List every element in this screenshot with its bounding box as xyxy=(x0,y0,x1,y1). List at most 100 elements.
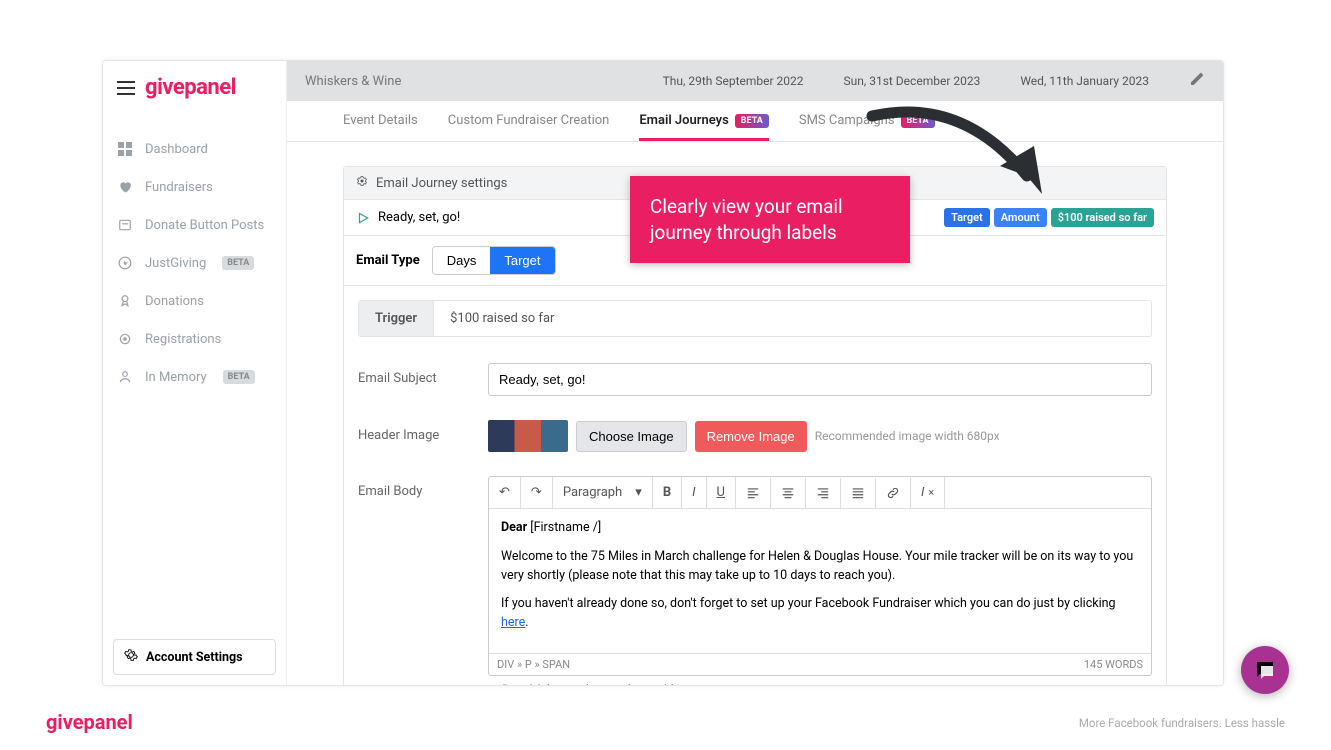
tutorial-callout: Clearly view your email journey through … xyxy=(630,176,910,263)
editor-body[interactable]: Dear [Firstname /] Welcome to the 75 Mil… xyxy=(489,509,1151,653)
nav: Dashboard Fundraisers Donate Button Post… xyxy=(103,110,286,396)
date-start: Thu, 29th September 2022 xyxy=(663,73,804,89)
main: Whiskers & Wine Thu, 29th September 2022… xyxy=(287,61,1223,685)
italic-button[interactable]: I xyxy=(682,477,706,508)
account-settings-button[interactable]: Account Settings xyxy=(113,639,276,675)
topbar: Whiskers & Wine Thu, 29th September 2022… xyxy=(287,61,1223,101)
footer-tagline: More Facebook fundraisers. Less hassle xyxy=(1079,716,1285,730)
tab-email-journeys[interactable]: Email Journeys BETA xyxy=(639,113,769,141)
sidebar-item-label: JustGiving xyxy=(145,256,206,271)
sidebar-item-donate-posts[interactable]: Donate Button Posts xyxy=(103,206,286,244)
tabs: Event Details Custom Fundraiser Creation… xyxy=(287,101,1223,142)
edit-icon[interactable] xyxy=(1189,71,1205,91)
sidebar-item-inmemory[interactable]: In Memory BETA xyxy=(103,358,286,396)
paragraph-label: Paragraph xyxy=(563,485,622,500)
undo-button[interactable]: ↶ xyxy=(489,477,521,508)
sidebar-item-label: Fundraisers xyxy=(145,180,213,195)
badge-icon xyxy=(117,293,133,309)
brand-header: givepanel xyxy=(103,61,286,110)
tab-custom-fundraiser[interactable]: Custom Fundraiser Creation xyxy=(448,113,610,141)
paragraph-2-prefix: If you haven't already done so, don't fo… xyxy=(501,596,1116,611)
tab-label: Email Journeys xyxy=(639,113,728,128)
crumb-path: DIV » P » SPAN xyxy=(497,658,570,671)
heart-icon xyxy=(117,179,133,195)
label-raised: $100 raised so far xyxy=(1051,208,1154,227)
event-name: Whiskers & Wine xyxy=(305,74,401,89)
sidebar-item-label: In Memory xyxy=(145,370,207,385)
gear-icon xyxy=(124,648,138,666)
subject-input[interactable] xyxy=(488,363,1152,396)
post-icon xyxy=(117,217,133,233)
remove-image-button[interactable]: Remove Image xyxy=(695,421,807,452)
sidebar-item-label: Registrations xyxy=(145,332,221,347)
footer-brand: givepanel xyxy=(46,710,133,734)
email-type-label: Email Type xyxy=(356,253,420,268)
rich-text-editor: ↶ ↷ Paragraph ▾ B I U xyxy=(488,476,1152,676)
choose-image-button[interactable]: Choose Image xyxy=(576,421,687,452)
chat-button[interactable] xyxy=(1241,646,1289,694)
align-left-button[interactable] xyxy=(736,478,771,508)
sidebar-item-label: Dashboard xyxy=(145,142,208,157)
play-icon xyxy=(356,211,370,225)
paragraph-2-suffix: . xyxy=(525,615,528,630)
trigger-value: $100 raised so far xyxy=(434,301,570,336)
tab-label: Event Details xyxy=(343,113,418,128)
email-type-toggle: Days Target xyxy=(432,246,556,275)
header-image-thumbnail xyxy=(488,420,568,452)
date-end: Sun, 31st December 2023 xyxy=(844,73,981,89)
target-icon xyxy=(117,331,133,347)
link-button[interactable] xyxy=(876,478,911,508)
subject-label: Email Subject xyxy=(358,363,468,386)
image-width-hint: Recommended image width 680px xyxy=(815,429,1000,443)
header-image-label: Header Image xyxy=(358,420,468,443)
subject-row: Email Subject xyxy=(344,351,1166,408)
header-image-row: Header Image Choose Image Remove Image R… xyxy=(344,408,1166,464)
body-label: Email Body xyxy=(358,476,468,499)
tab-label: Custom Fundraiser Creation xyxy=(448,113,610,128)
beta-badge: BETA xyxy=(735,114,769,128)
trigger-box: Trigger $100 raised so far xyxy=(358,300,1152,337)
align-justify-button[interactable] xyxy=(841,478,876,508)
sidebar-item-donations[interactable]: Donations xyxy=(103,282,286,320)
body-row: Email Body ↶ ↷ Paragraph ▾ B I U xyxy=(344,464,1166,685)
grid-icon xyxy=(117,141,133,157)
brand-name: givepanel xyxy=(145,75,236,100)
clear-format-button[interactable]: I× xyxy=(911,477,945,508)
sidebar-item-dashboard[interactable]: Dashboard xyxy=(103,130,286,168)
account-settings-label: Account Settings xyxy=(146,650,243,665)
sidebar: givepanel Dashboard Fundraisers Donate B… xyxy=(103,61,287,685)
g-icon xyxy=(117,255,133,271)
date-extra: Wed, 11th January 2023 xyxy=(1020,73,1149,89)
here-link[interactable]: here xyxy=(501,615,525,630)
memory-icon xyxy=(117,369,133,385)
ready-title: Ready, set, go! xyxy=(378,210,460,225)
chevron-down-icon: ▾ xyxy=(635,485,642,500)
greeting-prefix: Dear xyxy=(501,520,527,535)
editor-status: DIV » P » SPAN 145 WORDS xyxy=(489,653,1151,675)
bold-button[interactable]: B xyxy=(653,477,682,508)
underline-button[interactable]: U xyxy=(707,477,736,508)
beta-badge: BETA xyxy=(222,256,254,270)
sidebar-item-fundraisers[interactable]: Fundraisers xyxy=(103,168,286,206)
align-center-button[interactable] xyxy=(771,478,806,508)
sidebar-item-justgiving[interactable]: JustGiving BETA xyxy=(103,244,286,282)
shortcode-hint: Drag 'n' drop a short code to add it to … xyxy=(488,676,1152,685)
sidebar-item-label: Donations xyxy=(145,294,204,309)
journey-settings-title: Email Journey settings xyxy=(376,176,507,191)
sidebar-item-label: Donate Button Posts xyxy=(145,218,264,233)
gear-icon xyxy=(356,175,368,191)
menu-icon[interactable] xyxy=(117,81,135,95)
align-right-button[interactable] xyxy=(806,478,841,508)
sidebar-item-registrations[interactable]: Registrations xyxy=(103,320,286,358)
beta-badge: BETA xyxy=(223,370,255,384)
email-type-target[interactable]: Target xyxy=(490,247,554,274)
word-count: 145 WORDS xyxy=(1084,658,1143,671)
email-type-days[interactable]: Days xyxy=(433,247,491,274)
redo-button[interactable]: ↷ xyxy=(521,477,553,508)
tab-event-details[interactable]: Event Details xyxy=(343,113,418,141)
greeting-token: [Firstname /] xyxy=(530,520,601,535)
editor-toolbar: ↶ ↷ Paragraph ▾ B I U xyxy=(489,477,1151,509)
trigger-label: Trigger xyxy=(359,301,434,336)
paragraph-1: Welcome to the 75 Miles in March challen… xyxy=(501,548,1139,586)
paragraph-dropdown[interactable]: Paragraph ▾ xyxy=(553,477,653,508)
